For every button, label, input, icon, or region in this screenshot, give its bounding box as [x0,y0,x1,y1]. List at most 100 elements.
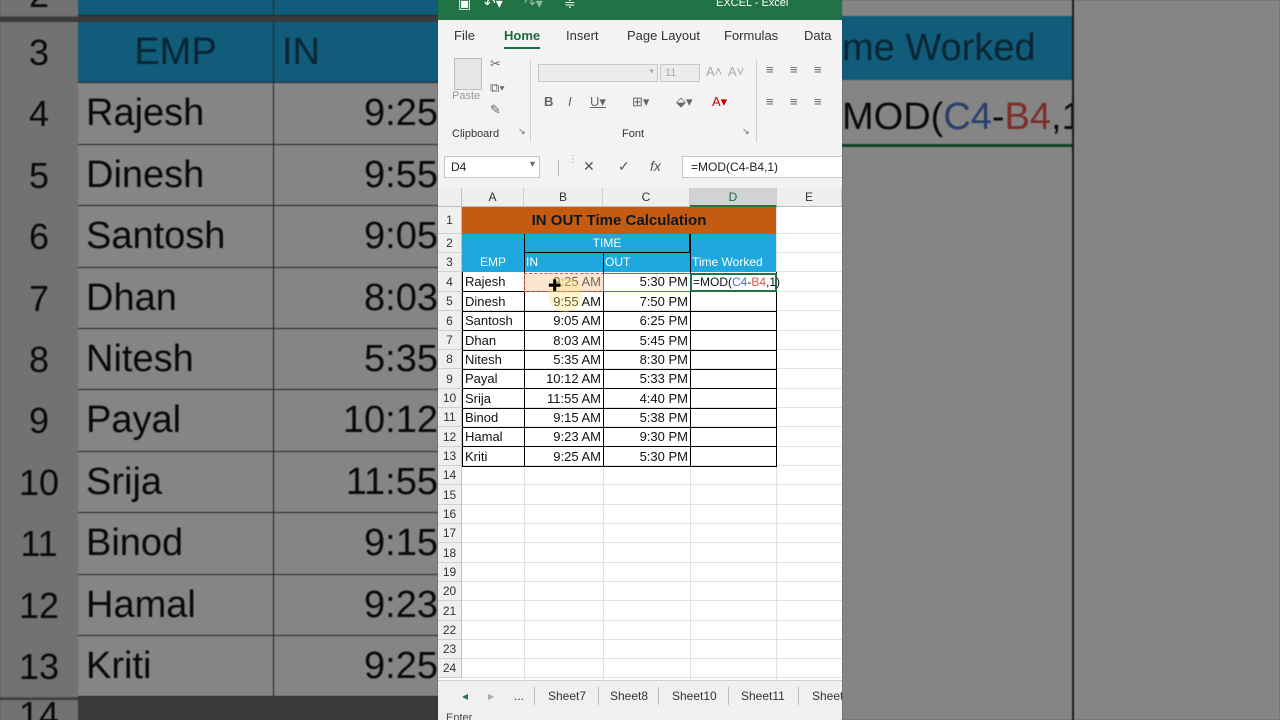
cell-in[interactable]: 8:03 AM [525,331,603,350]
row-header[interactable]: 11 [438,408,462,427]
undo-icon[interactable]: ↶▾ [484,0,503,12]
row-header[interactable]: 6 [438,311,462,331]
row-header[interactable]: 16 [438,505,462,524]
font-name-select[interactable]: ▾ [538,64,658,82]
row-header[interactable]: 2 [438,234,462,253]
cell-time-worked[interactable] [691,331,776,350]
bold-icon[interactable]: B [544,94,553,109]
cell-in[interactable]: 10:12 AM [525,369,603,388]
tab-data[interactable]: Data [804,28,831,43]
cell-emp[interactable]: Payal [463,369,524,388]
time-header[interactable]: TIME [524,234,690,253]
font-color-icon[interactable]: A▾ [712,94,727,110]
format-painter-icon[interactable]: ✎ [490,102,501,118]
row-header[interactable]: 23 [438,640,462,659]
underline-icon[interactable]: U▾ [590,94,606,110]
borders-icon[interactable]: ⊞▾ [632,94,649,110]
tab-insert[interactable]: Insert [566,28,599,43]
row-header[interactable]: 21 [438,601,462,621]
tab-page-layout[interactable]: Page Layout [627,28,700,43]
row-header[interactable]: 1 [438,207,462,234]
cell-out[interactable]: 5:38 PM [604,408,690,427]
cell-emp[interactable]: Hamal [463,427,524,446]
paste-label[interactable]: Paste [452,90,480,102]
row-header[interactable]: 8 [438,350,462,369]
column-header-a[interactable]: A [462,188,524,207]
align-left-icon[interactable]: ≡ [766,94,774,109]
out-header[interactable]: OUT [605,253,690,272]
cell-in[interactable]: 11:55 AM [525,389,603,408]
column-header-b[interactable]: B [524,188,603,207]
tab-formulas[interactable]: Formulas [724,28,778,43]
cell-out[interactable]: 8:30 PM [604,350,690,369]
copy-icon[interactable]: ⧉▾ [490,80,505,96]
align-middle-icon[interactable]: ≡ [790,62,798,77]
row-header[interactable]: 13 [438,447,462,466]
row-header[interactable]: 19 [438,563,462,582]
cell-time-worked[interactable] [691,311,776,330]
cell-time-worked[interactable] [691,292,776,311]
cell-emp[interactable]: Rajesh [463,272,524,291]
sheet-tab-partial[interactable]: Sheet [812,689,842,703]
cell-emp[interactable]: Srija [463,389,524,408]
select-all-corner[interactable] [438,188,462,207]
active-cell-d4[interactable]: =MOD(C4-B4,1) [690,273,780,292]
align-top-icon[interactable]: ≡ [766,62,774,77]
italic-icon[interactable]: I [568,94,572,109]
row-header[interactable]: 10 [438,389,462,408]
row-header[interactable]: 17 [438,524,462,543]
row-header[interactable]: 9 [438,369,462,389]
scroll-left-icon[interactable]: ◂ [462,689,468,703]
align-center-icon[interactable]: ≡ [790,94,798,109]
in-header[interactable]: IN [526,253,603,272]
cell-in[interactable]: 9:23 AM [525,427,603,446]
scroll-right-icon[interactable]: ▸ [488,689,494,703]
cell-emp[interactable]: Nitesh [463,350,524,369]
paste-icon[interactable] [454,58,482,90]
save-icon[interactable]: ▣ [458,0,471,12]
font-launcher-icon[interactable]: ↘ [742,126,750,137]
row-header[interactable]: 24 [438,659,462,678]
customize-toolbar-icon[interactable]: ≑ [564,0,576,12]
row-header[interactable]: 18 [438,543,462,563]
enter-icon[interactable]: ✓ [618,158,630,175]
cell-time-worked[interactable] [691,369,776,388]
cell-time-worked[interactable] [691,427,776,446]
row-header[interactable]: 3 [438,253,462,272]
align-right-icon[interactable]: ≡ [814,94,822,109]
cut-icon[interactable]: ✂ [490,56,501,72]
cell-time-worked[interactable] [691,389,776,408]
row-header[interactable]: 20 [438,582,462,601]
emp-header[interactable]: EMP [462,253,524,272]
cell-out[interactable]: 9:30 PM [604,427,690,446]
cell-in[interactable]: 9:05 AM [525,311,603,330]
cell-emp[interactable]: Dinesh [463,292,524,311]
row-header[interactable]: 4 [438,272,462,292]
increase-font-icon[interactable]: A˄ [706,64,722,79]
cell-out[interactable]: 4:40 PM [604,389,690,408]
clipboard-launcher-icon[interactable]: ↘ [518,126,526,137]
cell-emp[interactable]: Binod [463,408,524,427]
cancel-icon[interactable]: ✕ [583,158,595,175]
font-size-select[interactable]: 11 [660,64,700,82]
cell-in[interactable]: 9:15 AM [525,408,603,427]
cell-out[interactable]: 7:50 PM [604,292,690,311]
sheet-tab-sheet11[interactable]: Sheet11 [741,689,785,703]
row-header[interactable]: 5 [438,292,462,311]
row-header[interactable]: 14 [438,466,462,485]
spreadsheet-grid[interactable]: A B C D E 1 2 3 4 5 6 7 8 9 10 11 12 13 14 15 16 17 18 19 2… [438,188,842,680]
cell-emp[interactable]: Kriti [463,447,524,466]
cell-out[interactable]: 5:33 PM [604,369,690,388]
tab-file[interactable]: File [454,28,475,43]
sheet-title[interactable]: IN OUT Time Calculation [462,207,776,234]
cell-emp[interactable]: Dhan [463,331,524,350]
sheet-tab-sheet8[interactable]: Sheet8 [610,689,648,703]
insert-function-icon[interactable]: fx [650,158,661,174]
time-worked-header[interactable]: Time Worked [692,253,777,272]
tab-home[interactable]: Home [504,28,541,49]
cell-time-worked[interactable] [691,350,776,369]
sheet-tab-sheet7[interactable]: Sheet7 [548,689,586,703]
cell-out[interactable]: 5:30 PM [604,447,690,466]
more-sheets[interactable]: ... [514,689,524,703]
column-header-d[interactable]: D [690,188,777,207]
